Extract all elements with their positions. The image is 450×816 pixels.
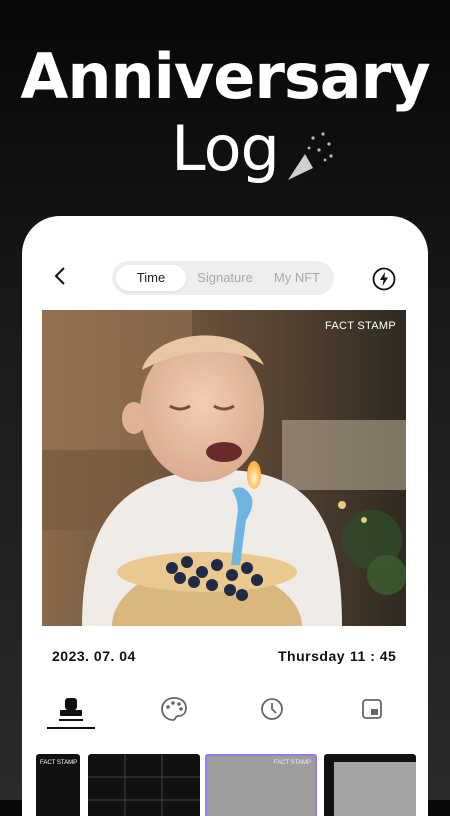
grid-pattern xyxy=(88,754,200,816)
headline-line1: Anniversary xyxy=(20,40,430,113)
stamp-icon xyxy=(59,698,83,721)
thumb-label: FACT STAMP xyxy=(273,760,311,766)
timestamp-row: 2023. 07. 04 Thursday 11 : 45 xyxy=(22,648,428,668)
tab-time[interactable]: Time xyxy=(116,265,186,291)
photo-preview[interactable]: FACT STAMP xyxy=(42,310,406,626)
tool-palette[interactable] xyxy=(154,694,194,734)
tool-bar xyxy=(22,694,428,734)
tab-my-nft[interactable]: My NFT xyxy=(262,265,332,291)
thumb-preview xyxy=(334,762,416,816)
template-thumb[interactable] xyxy=(88,754,200,816)
tab-signature[interactable]: Signature xyxy=(188,265,262,291)
tool-frame[interactable] xyxy=(352,694,392,734)
template-thumb[interactable] xyxy=(324,754,416,816)
template-thumb-selected[interactable]: FACT STAMP xyxy=(205,754,317,816)
date-text: 2023. 07. 04 xyxy=(52,648,136,664)
palette-icon xyxy=(161,697,187,721)
phone-screen: Time Signature My NFT FACT STAMP 2023. 0… xyxy=(22,216,428,816)
headline-line2: Log xyxy=(171,112,280,185)
flash-icon[interactable] xyxy=(372,267,396,291)
back-arrow-icon[interactable] xyxy=(50,265,72,287)
stamp-template-list: FACT STAMP FACT STAMP xyxy=(22,750,428,816)
time-text: 11 : 45 xyxy=(350,648,397,664)
frame-icon xyxy=(362,699,382,719)
day-text: Thursday xyxy=(278,648,346,664)
mode-segmented-control: Time Signature My NFT xyxy=(112,261,334,295)
party-popper-icon xyxy=(288,132,333,180)
template-thumb[interactable]: FACT STAMP xyxy=(36,754,80,816)
tool-stamp[interactable] xyxy=(47,694,95,734)
photo-image xyxy=(42,310,406,626)
tool-clock[interactable] xyxy=(252,694,292,734)
photo-stamp-label: FACT STAMP xyxy=(324,320,396,332)
clock-icon xyxy=(261,698,283,720)
thumb-label: FACT STAMP xyxy=(40,760,78,766)
